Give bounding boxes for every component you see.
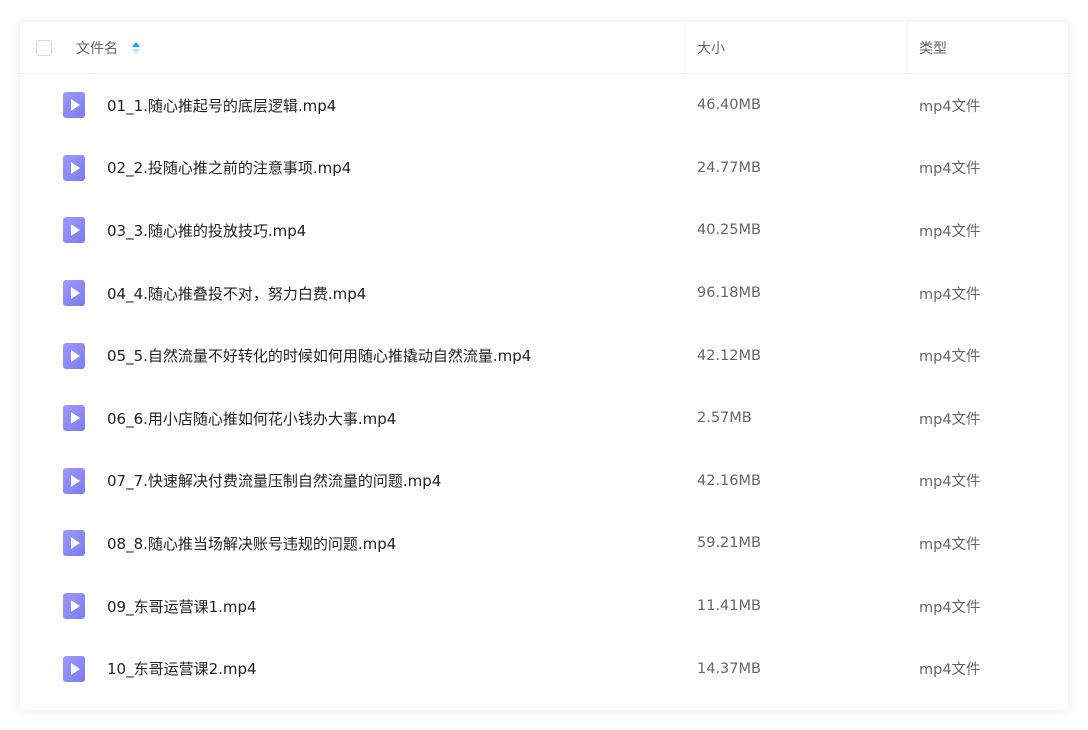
video-file-icon (63, 467, 85, 494)
file-name-cell[interactable]: 09_东哥运营课1.mp4 (20, 593, 684, 620)
table-row[interactable]: 10_东哥运营课2.mp4 14.37MB mp4文件 (20, 637, 1068, 700)
file-size: 96.18MB (697, 285, 761, 302)
file-type: mp4文件 (919, 286, 981, 303)
table-row[interactable]: 01_1.随心推起号的底层逻辑.mp4 46.40MB mp4文件 (20, 74, 1068, 137)
file-type: mp4文件 (919, 349, 981, 366)
column-header-name-label[interactable]: 文件名 (76, 38, 118, 58)
file-size: 2.57MB (697, 410, 752, 427)
column-header-name[interactable]: 文件名 (20, 22, 684, 73)
video-file-icon (63, 342, 85, 369)
file-type: mp4文件 (919, 411, 981, 428)
file-type: mp4文件 (919, 536, 981, 553)
table-row[interactable]: 07_7.快速解决付费流量压制自然流量的问题.mp4 42.16MB mp4文件 (20, 450, 1068, 513)
file-rows: 01_1.随心推起号的底层逻辑.mp4 46.40MB mp4文件 02_2.投… (20, 74, 1068, 700)
video-file-icon (63, 154, 85, 181)
column-header-size[interactable]: 大小 (684, 22, 906, 73)
video-file-icon (63, 593, 85, 620)
table-row[interactable]: 06_6.用小店随心推如何花小钱办大事.mp4 2.57MB mp4文件 (20, 387, 1068, 450)
file-name[interactable]: 05_5.自然流量不好转化的时候如何用随心推撬动自然流量.mp4 (107, 345, 531, 366)
file-size: 59.21MB (697, 535, 761, 552)
file-type: mp4文件 (919, 223, 981, 240)
video-file-icon (63, 530, 85, 557)
file-name[interactable]: 10_东哥运营课2.mp4 (107, 658, 257, 679)
file-size: 42.12MB (697, 347, 761, 364)
video-file-icon (63, 217, 85, 244)
file-name-cell[interactable]: 05_5.自然流量不好转化的时候如何用随心推撬动自然流量.mp4 (20, 342, 684, 369)
file-name-cell[interactable]: 03_3.随心推的投放技巧.mp4 (20, 217, 684, 244)
file-name-cell[interactable]: 06_6.用小店随心推如何花小钱办大事.mp4 (20, 405, 684, 432)
file-name[interactable]: 08_8.随心推当场解决账号违规的问题.mp4 (107, 533, 396, 554)
file-name[interactable]: 02_2.投随心推之前的注意事项.mp4 (107, 157, 351, 178)
table-row[interactable]: 04_4.随心推叠投不对，努力白费.mp4 96.18MB mp4文件 (20, 262, 1068, 325)
file-size: 11.41MB (697, 598, 761, 615)
file-size: 14.37MB (697, 660, 761, 677)
file-name[interactable]: 01_1.随心推起号的底层逻辑.mp4 (107, 95, 336, 116)
file-name-cell[interactable]: 10_东哥运营课2.mp4 (20, 655, 684, 682)
column-header-type-label[interactable]: 类型 (919, 38, 947, 58)
column-header-size-label[interactable]: 大小 (697, 38, 725, 58)
file-list-panel: 文件名 大小 类型 01_1.随心推起号的底层逻辑.mp4 46.40MB mp… (20, 22, 1068, 710)
file-name-cell[interactable]: 01_1.随心推起号的底层逻辑.mp4 (20, 92, 684, 119)
table-row[interactable]: 03_3.随心推的投放技巧.mp4 40.25MB mp4文件 (20, 199, 1068, 262)
table-row[interactable]: 08_8.随心推当场解决账号违规的问题.mp4 59.21MB mp4文件 (20, 512, 1068, 575)
table-row[interactable]: 05_5.自然流量不好转化的时候如何用随心推撬动自然流量.mp4 42.12MB… (20, 324, 1068, 387)
file-type: mp4文件 (919, 161, 981, 178)
video-file-icon (63, 92, 85, 119)
file-type: mp4文件 (919, 474, 981, 491)
file-name[interactable]: 04_4.随心推叠投不对，努力白费.mp4 (107, 283, 366, 304)
file-size: 40.25MB (697, 222, 761, 239)
file-name-cell[interactable]: 07_7.快速解决付费流量压制自然流量的问题.mp4 (20, 467, 684, 494)
file-name-cell[interactable]: 02_2.投随心推之前的注意事项.mp4 (20, 154, 684, 181)
file-size: 42.16MB (697, 472, 761, 489)
file-name[interactable]: 06_6.用小店随心推如何花小钱办大事.mp4 (107, 408, 396, 429)
column-header-type[interactable]: 类型 (906, 22, 1068, 73)
table-row[interactable]: 02_2.投随心推之前的注意事项.mp4 24.77MB mp4文件 (20, 137, 1068, 200)
video-file-icon (63, 280, 85, 307)
file-size: 24.77MB (697, 159, 761, 176)
sort-ascending-icon[interactable] (132, 41, 140, 55)
file-name[interactable]: 07_7.快速解决付费流量压制自然流量的问题.mp4 (107, 470, 441, 491)
file-name[interactable]: 03_3.随心推的投放技巧.mp4 (107, 220, 306, 241)
file-name[interactable]: 09_东哥运营课1.mp4 (107, 596, 257, 617)
select-all-checkbox[interactable] (36, 39, 52, 56)
file-name-cell[interactable]: 04_4.随心推叠投不对，努力白费.mp4 (20, 280, 684, 307)
file-size: 46.40MB (697, 97, 761, 114)
file-type: mp4文件 (919, 662, 981, 679)
file-type: mp4文件 (919, 98, 981, 115)
file-type: mp4文件 (919, 599, 981, 616)
table-row[interactable]: 09_东哥运营课1.mp4 11.41MB mp4文件 (20, 575, 1068, 638)
video-file-icon (63, 655, 85, 682)
video-file-icon (63, 405, 85, 432)
table-header: 文件名 大小 类型 (20, 22, 1068, 74)
file-name-cell[interactable]: 08_8.随心推当场解决账号违规的问题.mp4 (20, 530, 684, 557)
